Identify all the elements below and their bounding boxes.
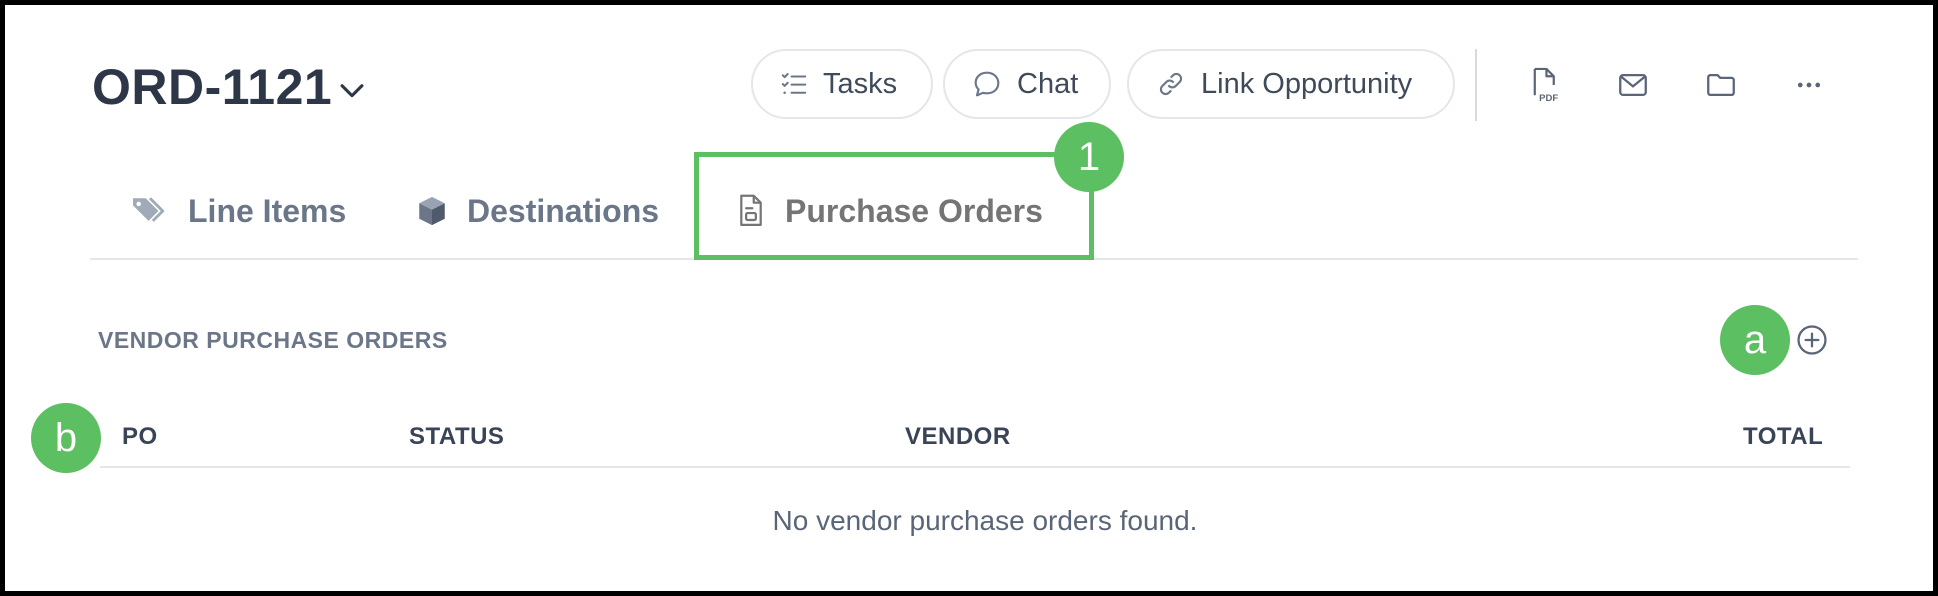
add-circle-icon[interactable] [1795,323,1829,357]
email-button[interactable] [1611,63,1655,107]
annotation-badge-1: 1 [1054,122,1124,192]
annotation-badge-a: a [1720,305,1790,375]
document-icon [740,194,762,226]
svg-text:PDF: PDF [1539,93,1558,104]
tab-line-items[interactable]: Line Items [130,183,346,239]
tab-line-items-label: Line Items [188,192,347,229]
tabs-underline [90,258,1858,260]
column-header-vendor[interactable]: VENDOR [905,423,1011,451]
chevron-down-icon[interactable] [335,73,369,107]
empty-state-message: No vendor purchase orders found. [772,505,1198,536]
checklist-icon [781,73,807,94]
mail-icon [1619,73,1647,97]
chat-label: Chat [1017,67,1079,100]
tags-icon [133,197,165,222]
link-icon [1159,72,1183,96]
tasks-label: Tasks [823,67,898,100]
box-icon [419,196,445,226]
column-header-status[interactable]: STATUS [409,423,504,451]
table-header-divider [100,466,1850,468]
column-header-total[interactable]: TOTAL [1743,423,1823,451]
more-icon [1797,82,1821,88]
tasks-button[interactable]: Tasks [751,49,933,119]
chat-bubble-icon [974,71,1000,97]
toolbar-divider [1475,49,1477,121]
annotation-badge-b: b [31,403,101,473]
chat-button[interactable]: Chat [943,49,1111,119]
pdf-button[interactable]: PDF [1523,63,1567,107]
folder-button[interactable] [1699,63,1743,107]
more-options-button[interactable] [1787,63,1831,107]
tab-purchase-orders-label: Purchase Orders [785,192,1043,229]
column-header-po[interactable]: PO [122,423,158,451]
folder-icon [1707,73,1735,97]
tab-destinations[interactable]: Destinations [415,183,659,239]
pdf-icon: PDF [1533,67,1558,104]
tab-destinations-label: Destinations [467,192,660,229]
order-page: ORD-1121 Tasks Chat Link Opportunity PDF… [5,5,1933,591]
empty-state: No vendor purchase orders found. [5,505,1933,537]
link-opportunity-button[interactable]: Link Opportunity [1127,49,1455,119]
section-title: VENDOR PURCHASE ORDERS [98,327,448,353]
link-opportunity-label: Link Opportunity [1201,67,1413,100]
order-title: ORD-1121 [92,59,333,115]
tab-purchase-orders[interactable]: Purchase Orders [735,183,1043,239]
